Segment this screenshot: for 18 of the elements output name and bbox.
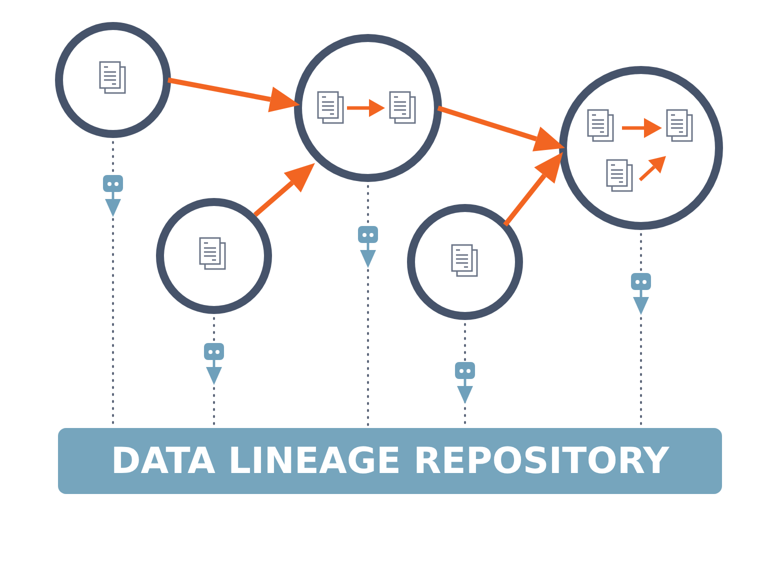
document-icon (451, 244, 478, 277)
document-icon (389, 91, 416, 124)
arrow (253, 163, 315, 217)
arrow (638, 156, 666, 182)
document-icon (606, 159, 633, 192)
connector-pin-icon (358, 226, 378, 268)
document-icon (587, 109, 614, 142)
document-icon (317, 91, 344, 124)
connector-pin-icon (204, 343, 224, 385)
connector-pin-icon (455, 362, 475, 404)
document-icon (99, 61, 126, 94)
repository-label: DATA LINEAGE REPOSITORY (110, 440, 670, 482)
document-icon (199, 237, 226, 270)
document-icon (666, 109, 693, 142)
connector-pin-icon (631, 273, 651, 315)
connector-pin-icon (103, 175, 123, 217)
arrow (347, 99, 385, 117)
arrow (622, 118, 662, 138)
